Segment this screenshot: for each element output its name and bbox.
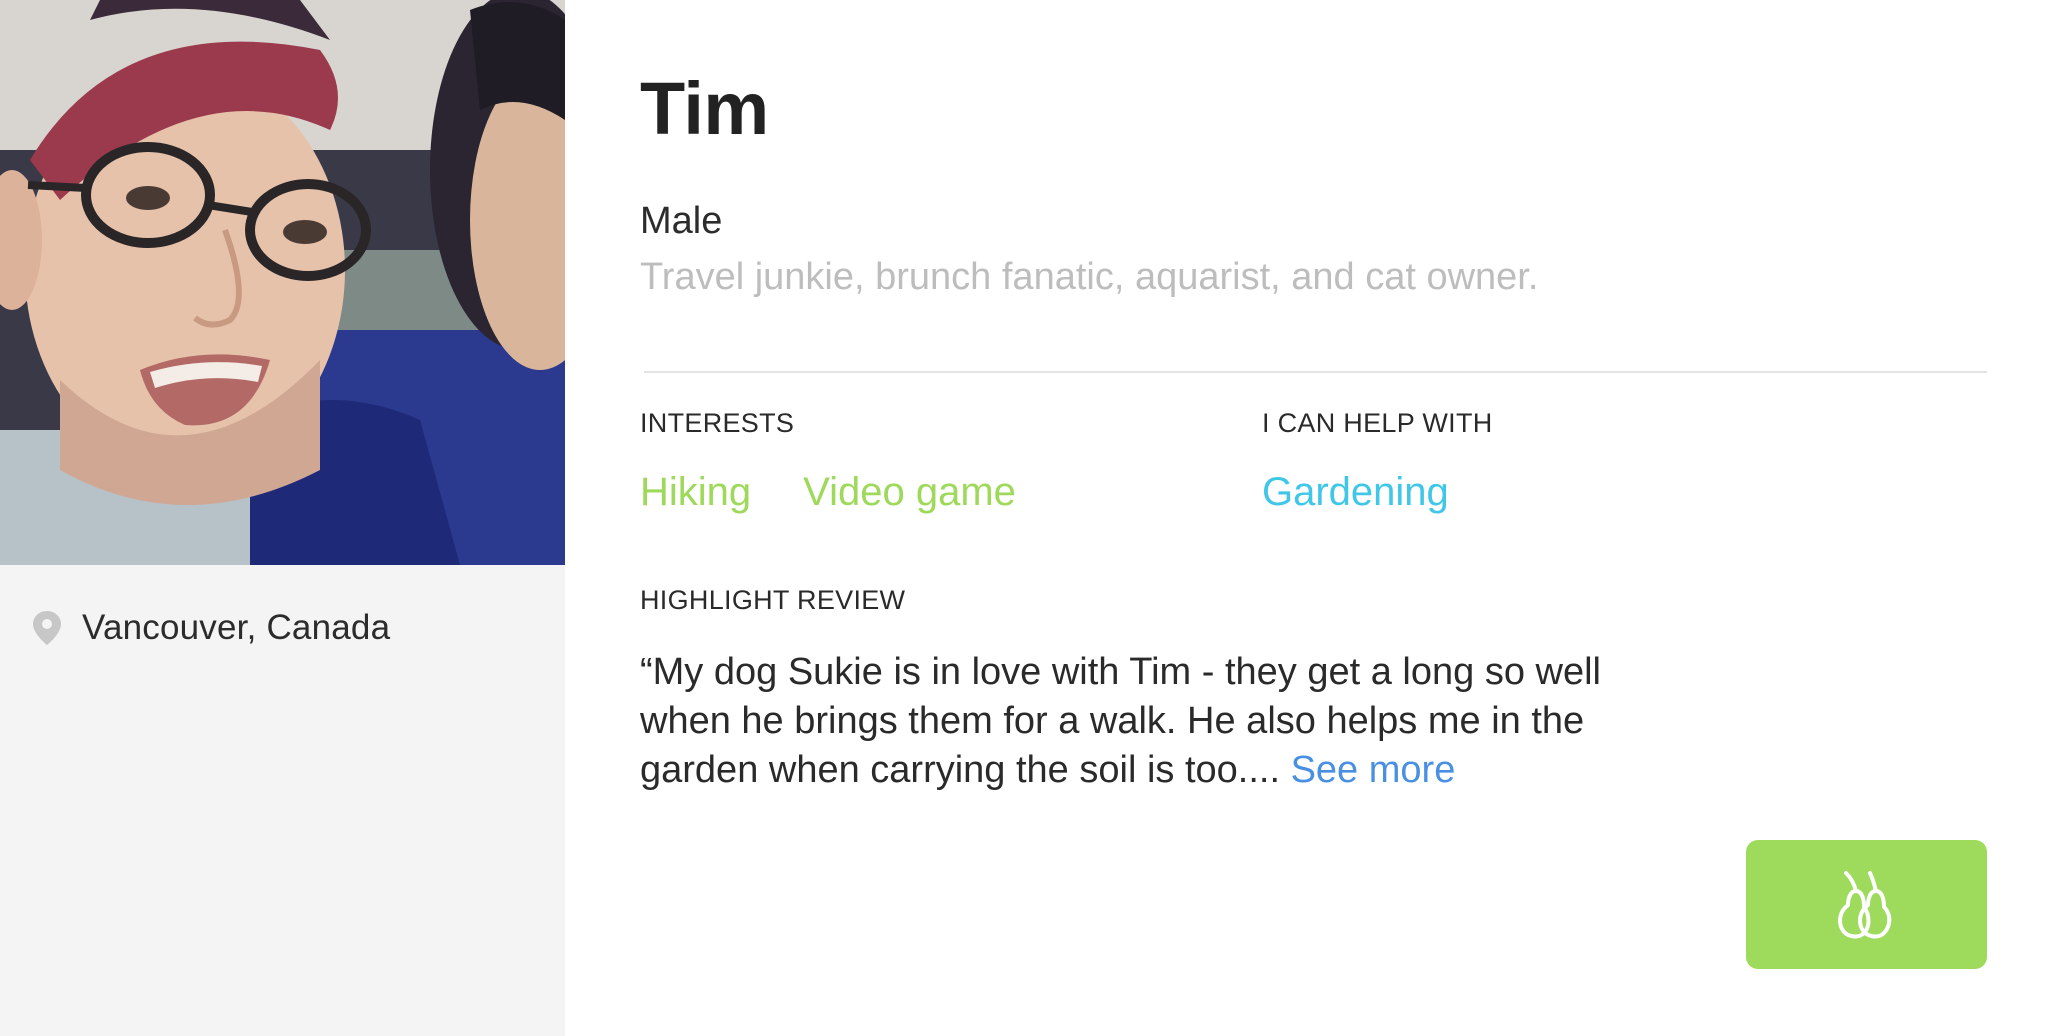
interests-label: INTERESTS [640, 408, 795, 438]
highlight-review-label: HIGHLIGHT REVIEW [640, 585, 906, 615]
profile-card: Vancouver, Canada Tim Male Travel junkie… [0, 0, 2048, 1036]
location: Vancouver, Canada [32, 608, 390, 648]
profile-gender: Male [640, 200, 723, 242]
location-pin-icon [33, 611, 61, 645]
divider [644, 371, 1987, 373]
profile-tagline: Travel junkie, brunch fanatic, aquarist,… [640, 256, 1539, 298]
interest-tag-video-game[interactable]: Video game [803, 470, 1016, 515]
help-with-label: I CAN HELP WITH [1262, 408, 1493, 438]
connect-button[interactable] [1746, 840, 1987, 969]
review-text: “My dog Sukie is in love with Tim - they… [640, 651, 1601, 791]
location-text: Vancouver, Canada [82, 608, 391, 647]
profile-sidebar: Vancouver, Canada [0, 0, 565, 1036]
help-tag-gardening[interactable]: Gardening [1262, 470, 1449, 515]
interest-tag-hiking[interactable]: Hiking [640, 470, 751, 515]
profile-name: Tim [640, 67, 769, 150]
pear-pair-icon [1837, 870, 1891, 938]
interests-list: Hiking Video game [640, 470, 1016, 515]
highlight-review: “My dog Sukie is in love with Tim - they… [640, 648, 1700, 795]
help-with-list: Gardening [1262, 470, 1449, 515]
see-more-link[interactable]: See more [1291, 749, 1456, 791]
profile-photo [0, 0, 565, 565]
